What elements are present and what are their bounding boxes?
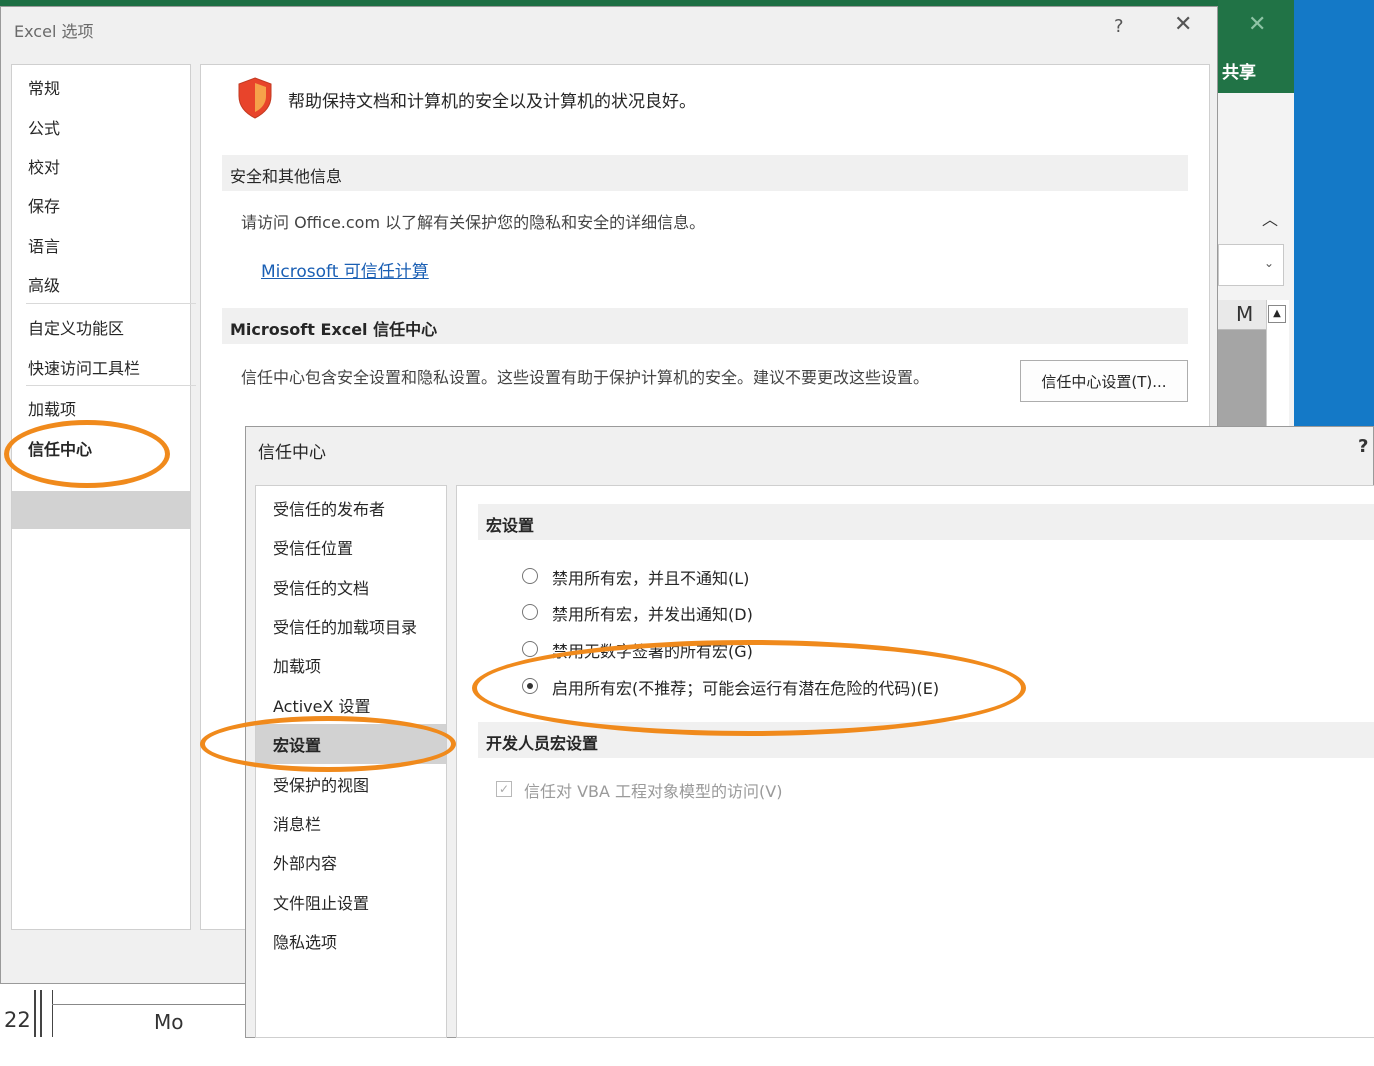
- nav-item-message-bar[interactable]: 消息栏: [273, 811, 321, 835]
- nav-item-trusted-documents[interactable]: 受信任的文档: [273, 575, 369, 599]
- desktop-background: [1294, 0, 1374, 426]
- cell-value[interactable]: Mo: [154, 1010, 184, 1034]
- dialog-title: 信任中心: [258, 443, 326, 463]
- trust-center-section-header: Microsoft Excel 信任中心: [222, 308, 1188, 344]
- radio-label: 禁用所有宏，并且不通知(L): [552, 569, 750, 588]
- help-icon[interactable]: ?: [1358, 436, 1368, 457]
- nav-item-activex-settings[interactable]: ActiveX 设置: [273, 693, 371, 717]
- nav-item-formulas[interactable]: 公式: [28, 115, 60, 139]
- grid-line: [52, 990, 53, 1037]
- options-heading: 帮助保持文档和计算机的安全以及计算机的状况良好。: [288, 92, 696, 112]
- trust-center-settings-button[interactable]: 信任中心设置(T)...: [1020, 360, 1188, 402]
- row-number[interactable]: 22: [4, 1008, 31, 1032]
- share-button[interactable]: 共享: [1222, 58, 1256, 83]
- collapse-ribbon-icon[interactable]: ︿: [1262, 206, 1278, 230]
- highlight-ring-trust-center: [4, 420, 170, 488]
- section-title: 宏设置: [486, 516, 535, 535]
- radio-button[interactable]: [522, 641, 538, 657]
- nav-item-external-content[interactable]: 外部内容: [273, 850, 337, 874]
- nav-item-trusted-add-in-catalogs[interactable]: 受信任的加载项目录: [273, 614, 417, 638]
- shield-icon: [238, 77, 272, 119]
- nav-divider: [26, 303, 196, 304]
- nav-item-trusted-publishers[interactable]: 受信任的发布者: [273, 496, 385, 520]
- trustworthy-computing-link[interactable]: Microsoft 可信任计算: [261, 257, 429, 282]
- nav-item-privacy-options[interactable]: 隐私选项: [273, 929, 337, 953]
- checkbox-label: 信任对 VBA 工程对象模型的访问(V): [524, 782, 783, 801]
- grid-line: [40, 990, 42, 1037]
- scroll-up-icon[interactable]: ▲: [1268, 305, 1286, 323]
- section-title: 安全和其他信息: [230, 167, 343, 186]
- security-info-text: 请访问 Office.com 以了解有关保护您的隐私和安全的详细信息。: [241, 213, 706, 232]
- nav-item-language[interactable]: 语言: [28, 233, 60, 257]
- radio-button[interactable]: [522, 604, 538, 620]
- nav-divider: [26, 385, 196, 386]
- macro-settings-section-header: 宏设置: [478, 504, 1374, 540]
- nav-item-add-ins[interactable]: 加载项: [273, 653, 321, 677]
- radio-button[interactable]: [522, 568, 538, 584]
- help-icon[interactable]: ?: [1114, 16, 1124, 37]
- name-box[interactable]: [1218, 244, 1284, 286]
- nav-item-advanced[interactable]: 高级: [28, 272, 60, 296]
- dialog-title: Excel 选项: [14, 22, 94, 41]
- trust-center-description: 信任中心包含安全设置和隐私设置。这些设置有助于保护计算机的安全。建议不要更改这些…: [241, 368, 930, 387]
- section-title: 开发人员宏设置: [486, 734, 599, 753]
- highlight-ring-enable-all-macros: [472, 640, 1026, 736]
- excel-close-icon[interactable]: ✕: [1248, 12, 1266, 37]
- close-icon[interactable]: ✕: [1174, 12, 1192, 37]
- nav-item-quick-access-toolbar[interactable]: 快速访问工具栏: [28, 355, 140, 379]
- nav-selection-highlight: [12, 491, 190, 529]
- nav-item-trusted-locations[interactable]: 受信任位置: [273, 535, 353, 559]
- section-title: Microsoft Excel 信任中心: [230, 320, 438, 339]
- options-nav: 常规 公式 校对 保存 语言 高级 自定义功能区 快速访问工具栏 加载项 信任中…: [11, 64, 196, 930]
- nav-item-file-block-settings[interactable]: 文件阻止设置: [273, 890, 369, 914]
- grid-line: [34, 990, 36, 1037]
- grid-line: [52, 1004, 245, 1005]
- nav-item-protected-view[interactable]: 受保护的视图: [273, 772, 369, 796]
- nav-item-add-ins[interactable]: 加载项: [28, 396, 76, 420]
- highlight-ring-macro-settings: [200, 716, 456, 772]
- selected-cells[interactable]: [1218, 330, 1266, 426]
- security-section-header: 安全和其他信息: [222, 155, 1188, 191]
- nav-item-general[interactable]: 常规: [28, 75, 60, 99]
- radio-label: 禁用所有宏，并发出通知(D): [552, 605, 753, 624]
- nav-item-save[interactable]: 保存: [28, 193, 60, 217]
- column-header-label: M: [1236, 302, 1254, 326]
- nav-item-customize-ribbon[interactable]: 自定义功能区: [28, 315, 124, 339]
- checkbox-disabled: ✓: [496, 781, 512, 797]
- worksheet-grid: [0, 985, 245, 1037]
- chevron-down-icon[interactable]: ⌄: [1264, 256, 1274, 270]
- nav-item-proofing[interactable]: 校对: [28, 154, 60, 178]
